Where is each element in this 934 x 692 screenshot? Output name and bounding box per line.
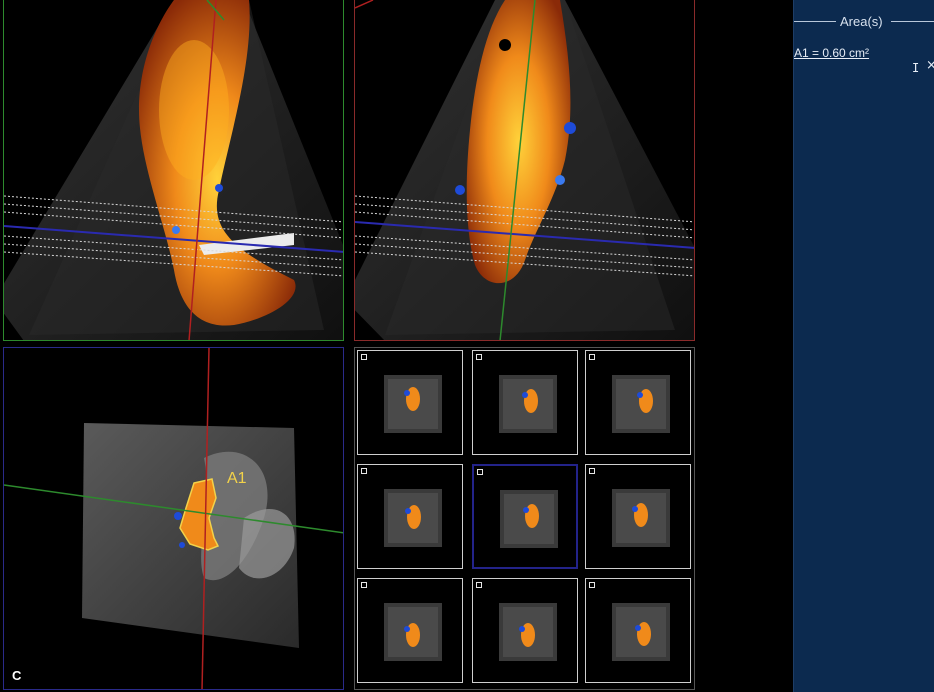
slice-thumbnail[interactable] [357, 350, 463, 455]
slice-thumbnail[interactable] [472, 578, 578, 683]
slice-image [500, 490, 558, 548]
divider-right [891, 21, 934, 22]
slice-thumbnail[interactable] [585, 578, 691, 683]
sector-image-b [355, 0, 694, 340]
area-section-header: Area(s) [794, 14, 934, 30]
slice-select-checkbox[interactable] [361, 582, 367, 588]
slice-grid [354, 347, 695, 690]
slice-thumbnail[interactable] [357, 464, 463, 569]
slice-select-checkbox[interactable] [589, 354, 595, 360]
slice-select-checkbox[interactable] [476, 354, 482, 360]
slice-thumbnail[interactable] [472, 350, 578, 455]
slice-image [499, 375, 557, 433]
slice-thumbnail[interactable] [585, 350, 691, 455]
slice-thumbnail[interactable] [472, 464, 578, 569]
slice-select-checkbox[interactable] [361, 468, 367, 474]
slice-image [612, 375, 670, 433]
viewport-top-right[interactable] [354, 0, 695, 341]
viewport-bottom-left[interactable]: A1 C [3, 347, 344, 690]
sector-image-a [4, 0, 343, 340]
slice-image [384, 603, 442, 661]
enface-slice-image [4, 348, 343, 689]
slice-select-checkbox[interactable] [476, 582, 482, 588]
close-icon[interactable]: × [926, 58, 934, 73]
slice-select-checkbox[interactable] [361, 354, 367, 360]
slice-select-checkbox[interactable] [589, 468, 595, 474]
region-label-a1: A1 [227, 470, 247, 487]
slice-image [384, 489, 442, 547]
text-cursor-icon[interactable]: I [912, 61, 919, 75]
viewport-top-left[interactable] [3, 0, 344, 341]
slice-thumbnail[interactable] [357, 578, 463, 683]
divider-left [794, 21, 836, 22]
slice-select-checkbox[interactable] [477, 469, 483, 475]
slice-image [612, 489, 670, 547]
area-section-title: Area(s) [840, 14, 883, 29]
slice-image [499, 603, 557, 661]
slice-image [612, 603, 670, 661]
panel-letter: C [12, 668, 22, 683]
slice-image [384, 375, 442, 433]
slice-select-checkbox[interactable] [589, 582, 595, 588]
slice-thumbnail[interactable] [585, 464, 691, 569]
area-measurement-a1[interactable]: A1 = 0.60 cm² [794, 46, 869, 60]
measurement-panel: Area(s) A1 = 0.60 cm² I × [793, 0, 934, 692]
